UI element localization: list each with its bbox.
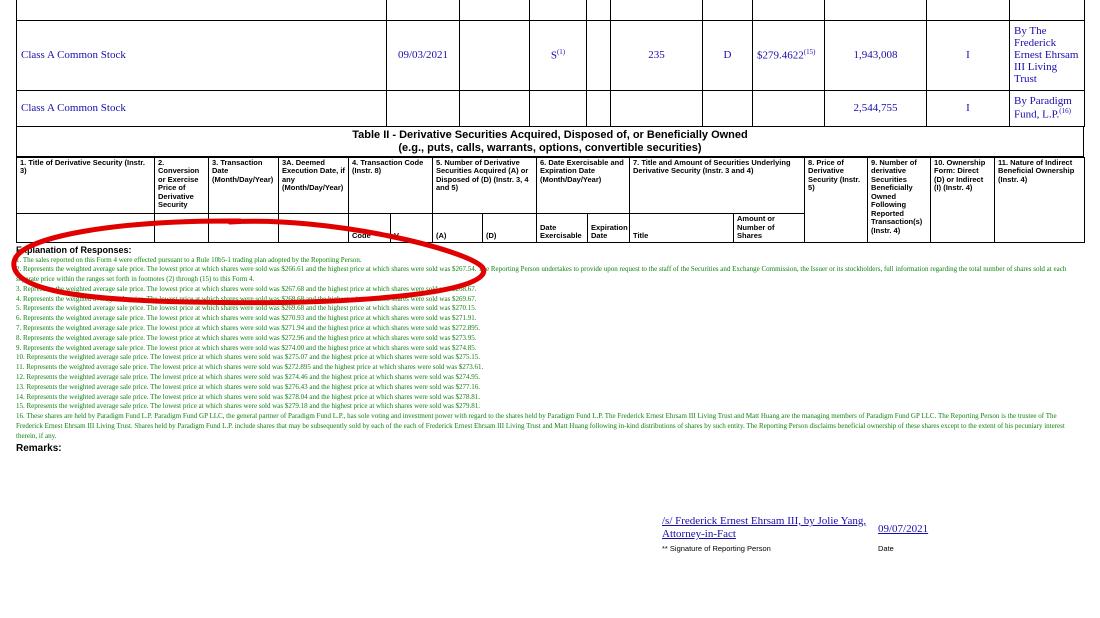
nature-of-ownership: By Paradigm Fund, L.P.(16) bbox=[1009, 89, 1085, 127]
table2-title: Table II - Derivative Securities Acquire… bbox=[16, 126, 1084, 157]
sub-code: Code bbox=[348, 212, 391, 243]
footnote: 12. Represents the weighted average sale… bbox=[16, 373, 481, 382]
table2-header-row: 1. Title of Derivative Security (Instr. … bbox=[16, 156, 1086, 243]
footnote: 13. Represents the weighted average sale… bbox=[16, 382, 481, 391]
remarks-heading: Remarks: bbox=[16, 442, 62, 454]
header-number-owned: 9. Number of derivative Securities Benef… bbox=[867, 156, 932, 243]
footnote: 16. These shares are held by Paradigm Fu… bbox=[16, 412, 1065, 440]
footnote: 7. Represents the weighted average sale … bbox=[16, 324, 481, 333]
amount: 235 bbox=[610, 19, 703, 91]
sub-d: (D) bbox=[482, 212, 537, 243]
footnote: 6. Represents the weighted average sale … bbox=[16, 314, 477, 323]
ownership-form: I bbox=[926, 89, 1010, 127]
header-nature: 11. Nature of Indirect Beneficial Owners… bbox=[994, 156, 1086, 243]
price: $279.4622(15) bbox=[752, 19, 825, 91]
table-row: Class A Common Stock 2,544,755 I By Para… bbox=[16, 89, 1085, 127]
sub-title: Title bbox=[629, 212, 735, 243]
footnote: 1. The sales reported on this Form 4 wer… bbox=[16, 255, 362, 264]
date-label: Date bbox=[878, 544, 894, 553]
footnote: 8. Represents the weighted average sale … bbox=[16, 333, 477, 342]
footnote: 5. Represents the weighted average sale … bbox=[16, 304, 477, 313]
amount-owned: 2,544,755 bbox=[824, 89, 927, 127]
sub-a: (A) bbox=[432, 212, 483, 243]
header-deemed-date: 3A. Deemed Execution Date, if any (Month… bbox=[278, 156, 349, 214]
table1-non-derivative: Class A Common Stock 09/03/2021 S(1) 235… bbox=[16, 0, 1085, 127]
amount-owned: 1,943,008 bbox=[824, 19, 927, 91]
footnote: 11. Represents the weighted average sale… bbox=[16, 363, 484, 372]
signature-label: ** Signature of Reporting Person bbox=[662, 544, 771, 553]
nature-of-ownership: By The Frederick Ernest Ehrsam III Livin… bbox=[1009, 19, 1085, 91]
transaction-date: 09/03/2021 bbox=[386, 19, 460, 91]
footnotes: 1. The sales reported on this Form 4 wer… bbox=[16, 256, 1084, 442]
acquired-disposed: D bbox=[702, 19, 753, 91]
footnote: 4. Represents the weighted average sale … bbox=[16, 294, 477, 303]
ownership-form: I bbox=[926, 19, 1010, 91]
header-underlying: 7. Title and Amount of Securities Underl… bbox=[629, 156, 806, 214]
header-number-acquired: 5. Number of Derivative Securities Acqui… bbox=[432, 156, 537, 214]
sub-amount: Amount or Number of Shares bbox=[733, 212, 806, 243]
security-title: Class A Common Stock bbox=[16, 19, 387, 91]
header-price: 8. Price of Derivative Security (Instr. … bbox=[804, 156, 869, 243]
transaction-code: S(1) bbox=[529, 19, 587, 91]
sub-v: V bbox=[390, 212, 433, 243]
explanation-heading: Explanation of Responses: bbox=[16, 244, 132, 255]
footnote: 2. Represents the weighted average sale … bbox=[16, 265, 1067, 284]
header-conversion-price: 2. Conversion or Exercise Price of Deriv… bbox=[154, 156, 209, 214]
header-ownership-form: 10. Ownership Form: Direct (D) or Indire… bbox=[930, 156, 996, 243]
signature-link[interactable]: /s/ Frederick Ernest Ehrsam III, by Joli… bbox=[662, 515, 876, 541]
footnote: 3. Represents the weighted average sale … bbox=[16, 284, 477, 293]
header-transaction-date: 3. Transaction Date (Month/Day/Year) bbox=[208, 156, 279, 214]
security-title: Class A Common Stock bbox=[16, 89, 387, 127]
sub-expiration: Expiration Date bbox=[586, 212, 631, 243]
footnote: 9. Represents the weighted average sale … bbox=[16, 343, 477, 352]
header-transaction-code: 4. Transaction Code (Instr. 8) bbox=[348, 156, 433, 214]
footnote: 14. Represents the weighted average sale… bbox=[16, 392, 481, 401]
header-title: 1. Title of Derivative Security (Instr. … bbox=[16, 156, 155, 214]
sub-date-exercisable: Date Exercisable bbox=[536, 212, 588, 243]
table-row-top-strip bbox=[16, 0, 1085, 21]
signature-date[interactable]: 09/07/2021 bbox=[878, 523, 928, 535]
footnote: 15. Represents the weighted average sale… bbox=[16, 402, 481, 411]
footnote: 10. Represents the weighted average sale… bbox=[16, 353, 481, 362]
form4-document: Class A Common Stock 09/03/2021 S(1) 235… bbox=[16, 0, 1086, 454]
table2-derivative: 1. Title of Derivative Security (Instr. … bbox=[16, 156, 1086, 243]
table-row: Class A Common Stock 09/03/2021 S(1) 235… bbox=[16, 19, 1085, 91]
header-date-exercisable: 6. Date Exercisable and Expiration Date … bbox=[535, 156, 631, 214]
